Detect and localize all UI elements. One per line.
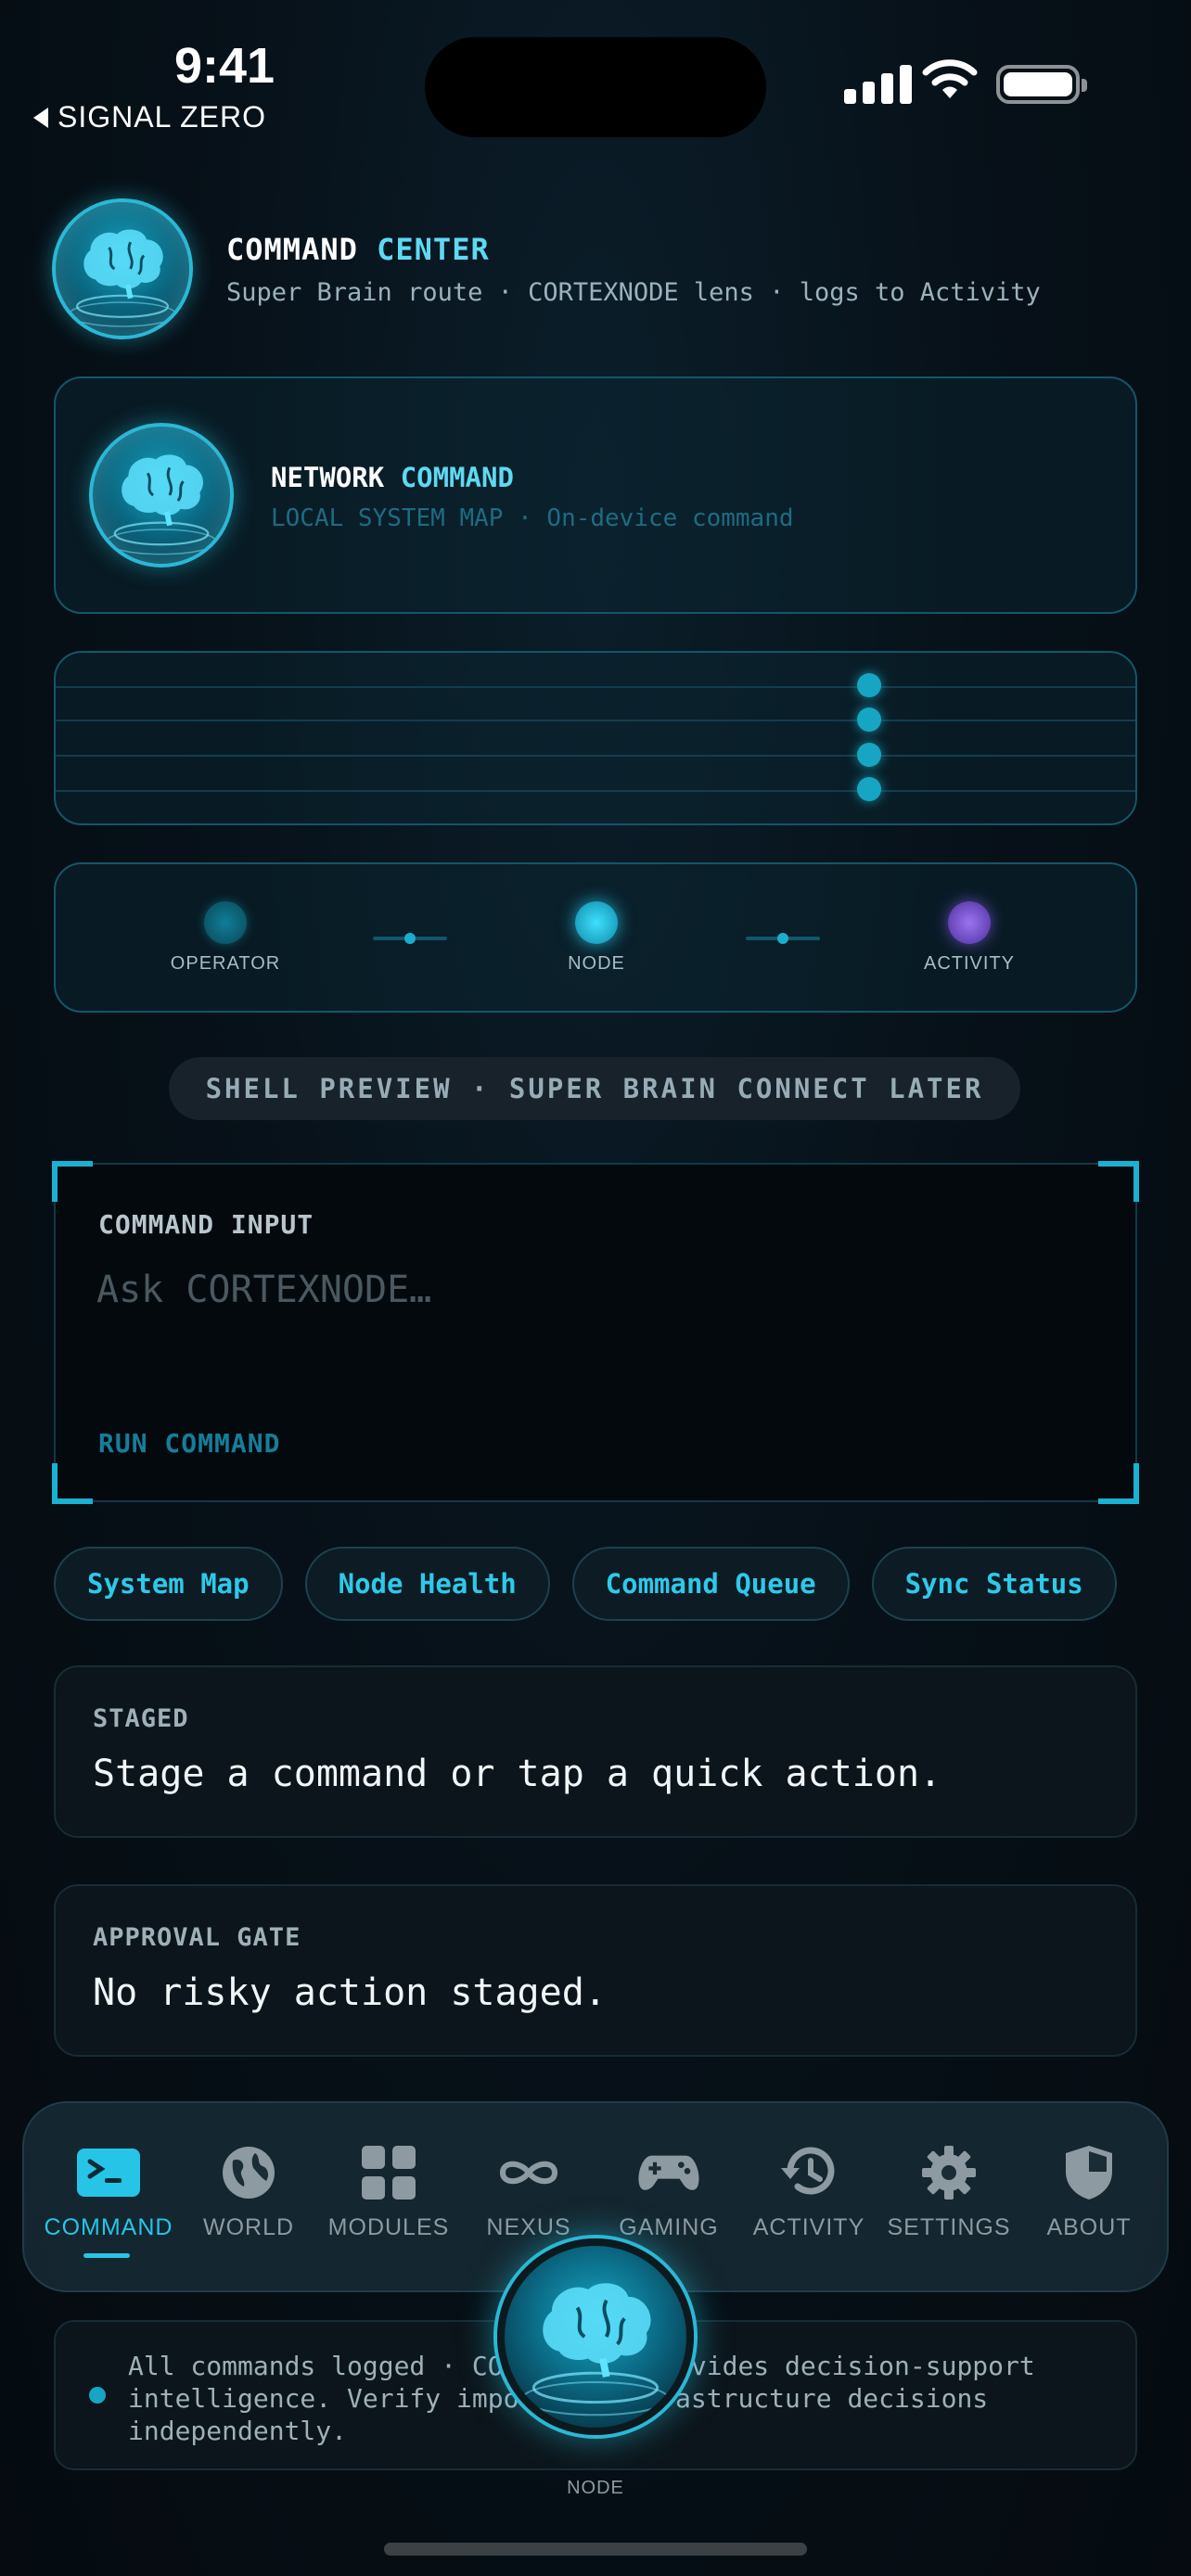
map-node-dot: [857, 777, 881, 801]
page-subtitle: Super Brain route · CORTEXNODE lens · lo…: [226, 278, 1041, 307]
approval-gate-label: APPROVAL GATE: [93, 1923, 301, 1952]
title-part-2: CENTER: [377, 232, 490, 267]
tab-command-label: COMMAND: [44, 2214, 173, 2240]
node-node-icon: [575, 901, 618, 944]
flow-link: [746, 933, 820, 944]
brain-logo-icon: [52, 198, 193, 339]
command-input[interactable]: [96, 1257, 1089, 1322]
node-label: NODE: [568, 953, 625, 974]
tab-command[interactable]: COMMAND: [39, 2140, 178, 2241]
grid-icon: [356, 2140, 421, 2205]
tab-gaming-label: GAMING: [619, 2214, 719, 2240]
network-title-part-2: COMMAND: [400, 462, 514, 493]
command-input-label: COMMAND INPUT: [98, 1209, 314, 1240]
map-node-dot: [857, 708, 881, 732]
battery-icon: [996, 65, 1087, 104]
tab-activity[interactable]: ACTIVITY: [739, 2140, 878, 2241]
tab-about[interactable]: ABOUT: [1019, 2140, 1159, 2241]
network-title-part-1: NETWORK: [271, 462, 385, 493]
dynamic-island: [425, 37, 766, 137]
quick-actions: System Map Node Health Command Queue Syn…: [54, 1547, 1117, 1621]
tab-modules-label: MODULES: [327, 2214, 450, 2240]
command-input-panel: COMMAND INPUT RUN COMMAND: [52, 1161, 1139, 1504]
tab-settings-label: SETTINGS: [887, 2214, 1011, 2240]
quick-action-command-queue[interactable]: Command Queue: [571, 1547, 850, 1621]
gamepad-icon: [636, 2140, 701, 2205]
wifi-icon: [922, 59, 978, 98]
status-dot: [89, 2387, 106, 2404]
activity-label: ACTIVITY: [923, 953, 1015, 974]
back-app-label: SIGNAL ZERO: [58, 100, 266, 134]
tab-modules[interactable]: MODULES: [319, 2140, 458, 2241]
network-title: NETWORK COMMAND: [271, 462, 514, 493]
bracket-corner: [1098, 1161, 1139, 1202]
shield-icon: [1057, 2140, 1121, 2205]
gear-icon: [916, 2140, 981, 2205]
network-brain-icon: [89, 423, 234, 567]
operator-label: OPERATOR: [170, 953, 281, 974]
staged-text: Stage a command or tap a quick action.: [93, 1753, 942, 1795]
map-line: [56, 790, 1135, 792]
cellular-signal-icon: [844, 61, 912, 104]
staged-card: STAGED Stage a command or tap a quick ac…: [54, 1665, 1137, 1838]
tab-world[interactable]: WORLD: [179, 2140, 318, 2241]
globe-icon: [216, 2140, 281, 2205]
title-part-1: COMMAND: [226, 232, 358, 267]
node-fab-button[interactable]: [497, 2238, 694, 2435]
tab-nexus-label: NEXUS: [486, 2214, 571, 2240]
status-time: 9:41: [174, 38, 275, 94]
approval-gate-text: No risky action staged.: [93, 1971, 607, 2014]
route-flow-card: OPERATOR NODE ACTIVITY: [54, 862, 1137, 1013]
active-tab-indicator: [83, 2253, 130, 2258]
approval-gate-card: APPROVAL GATE No risky action staged.: [54, 1884, 1137, 2057]
infinity-icon: [496, 2140, 561, 2205]
tab-gaming[interactable]: GAMING: [599, 2140, 738, 2241]
quick-action-node-health[interactable]: Node Health: [304, 1547, 550, 1621]
map-line: [56, 686, 1135, 688]
tab-settings[interactable]: SETTINGS: [879, 2140, 1018, 2241]
home-indicator[interactable]: [384, 2543, 807, 2556]
tab-about-label: ABOUT: [1046, 2214, 1132, 2240]
page-title: COMMAND CENTER: [226, 232, 490, 267]
system-map-lines: [54, 651, 1137, 825]
operator-node-icon: [204, 901, 247, 944]
terminal-icon: [76, 2140, 141, 2205]
node-fab-label: NODE: [567, 2478, 624, 2498]
bracket-corner: [52, 1463, 93, 1504]
staged-label: STAGED: [93, 1704, 189, 1733]
quick-action-sync-status[interactable]: Sync Status: [871, 1547, 1117, 1621]
map-line: [56, 720, 1135, 721]
back-to-app-button[interactable]: SIGNAL ZERO: [33, 100, 266, 134]
tab-world-label: WORLD: [202, 2214, 295, 2240]
activity-node-icon: [948, 901, 991, 944]
tab-nexus[interactable]: NEXUS: [459, 2140, 598, 2241]
map-node-dot: [857, 673, 881, 697]
map-line: [56, 755, 1135, 757]
bracket-corner: [1098, 1463, 1139, 1504]
quick-action-system-map[interactable]: System Map: [54, 1547, 283, 1621]
network-subtitle: LOCAL SYSTEM MAP · On-device command: [271, 504, 794, 532]
run-command-button[interactable]: RUN COMMAND: [98, 1428, 280, 1459]
tab-activity-label: ACTIVITY: [752, 2214, 865, 2240]
flow-link: [373, 933, 447, 944]
shell-preview-badge: SHELL PREVIEW · SUPER BRAIN CONNECT LATE…: [169, 1057, 1020, 1120]
bracket-corner: [52, 1161, 93, 1202]
back-triangle-icon: [33, 107, 48, 128]
map-node-dot: [857, 743, 881, 767]
history-icon: [776, 2140, 841, 2205]
